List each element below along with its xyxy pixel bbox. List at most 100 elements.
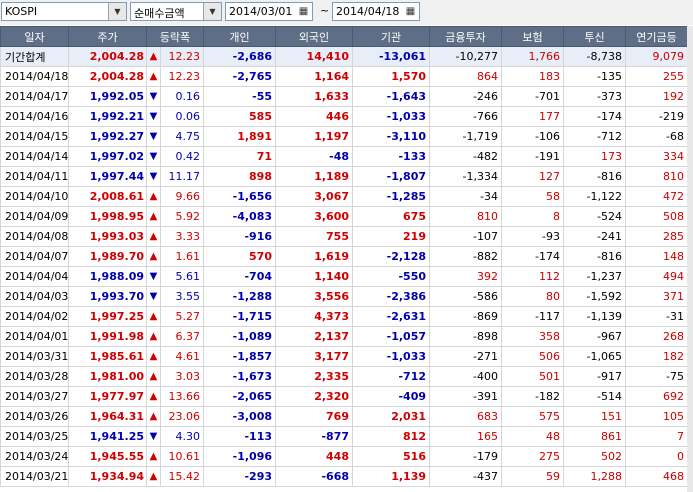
down-arrow-icon: ▼ (146, 146, 161, 167)
table-row[interactable]: 2014/03/28 1,981.00 ▲ 3.03 -1,673 2,335 -712 -4… (0, 366, 688, 387)
cell-price: 1,992.27 (68, 126, 147, 147)
cell-foreign: 2,137 (275, 326, 353, 347)
cell-foreign: 446 (275, 106, 353, 127)
column-header-price[interactable]: 주가 (68, 26, 147, 47)
table-row[interactable]: 2014/04/11 1,997.44 ▼ 11.17 898 1,189 -1,807 -1… (0, 166, 688, 187)
cell-financial-investment: -869 (429, 306, 502, 327)
cell-institution: 1,570 (352, 66, 430, 87)
cell-date: 2014/04/02 (0, 306, 69, 327)
table-row[interactable]: 2014/03/25 1,941.25 ▼ 4.30 -113 -877 812 165 48 8… (0, 426, 688, 447)
cell-foreign: 2,335 (275, 366, 353, 387)
cell-change: 23.06 (160, 406, 204, 427)
cell-change: 9.66 (160, 186, 204, 207)
column-header-insurance[interactable]: 보험 (501, 26, 564, 47)
column-header-individual[interactable]: 개인 (203, 26, 276, 47)
table-row[interactable]: 2014/04/08 1,993.03 ▲ 3.33 -916 755 219 -107 -93… (0, 226, 688, 247)
cell-change: 5.92 (160, 206, 204, 227)
cell-price: 2,004.28 (68, 66, 147, 87)
column-header-date[interactable]: 일자 (0, 26, 69, 47)
date-to-field[interactable]: 2014/04/18 ▦ (332, 2, 420, 21)
table-row[interactable]: 2014/03/31 1,985.61 ▲ 4.61 -1,857 3,177 -1,033… (0, 346, 688, 367)
cell-pension-fund: 508 (625, 206, 688, 227)
table-row[interactable]: 2014/04/17 1,992.05 ▼ 0.16 -55 1,633 -1,643 -24… (0, 86, 688, 107)
cell-price: 1,989.70 (68, 246, 147, 267)
table-row[interactable]: 2014/04/14 1,997.02 ▼ 0.42 71 -48 -133 -482 -191… (0, 146, 688, 167)
cell-financial-investment: -246 (429, 86, 502, 107)
table-row[interactable]: 2014/04/18 2,004.28 ▲ 12.23 -2,765 1,164 1,570… (0, 66, 688, 87)
calendar-icon[interactable]: ▦ (403, 4, 418, 19)
cell-foreign: -48 (275, 146, 353, 167)
cell-institution: -2,128 (352, 246, 430, 267)
cell-individual: -1,288 (203, 286, 276, 307)
market-select-value: KOSPI (5, 5, 38, 18)
table-row[interactable]: 2014/04/07 1,989.70 ▲ 1.61 570 1,619 -2,128 -88… (0, 246, 688, 267)
table-row[interactable]: 2014/03/21 1,934.94 ▲ 15.42 -293 -668 1,139 -43… (0, 466, 688, 487)
cell-date: 2014/03/26 (0, 406, 69, 427)
column-header-institution[interactable]: 기관 (352, 26, 430, 47)
table-row[interactable]: 2014/04/09 1,998.95 ▲ 5.92 -4,083 3,600 675 810… (0, 206, 688, 227)
table-row[interactable]: 2014/04/03 1,993.70 ▼ 3.55 -1,288 3,556 -2,386… (0, 286, 688, 307)
vertical-scrollbar[interactable] (687, 26, 693, 492)
column-header-change[interactable]: 등락폭 (146, 26, 204, 47)
cell-pension-fund: 148 (625, 246, 688, 267)
cell-price: 1,997.02 (68, 146, 147, 167)
cell-price: 1,945.55 (68, 446, 147, 467)
column-header-pension-fund[interactable]: 연기금등 (625, 26, 688, 47)
table-row[interactable]: 2014/04/04 1,988.09 ▼ 5.61 -704 1,140 -550 392 1… (0, 266, 688, 287)
cell-insurance: -106 (501, 126, 564, 147)
cell-financial-investment: -1,719 (429, 126, 502, 147)
market-select[interactable]: KOSPI ▼ (1, 2, 127, 21)
cell-investment-trust: -967 (563, 326, 626, 347)
table-row[interactable]: 2014/04/15 1,992.27 ▼ 4.75 1,891 1,197 -3,110-… (0, 126, 688, 147)
cell-institution: -1,285 (352, 186, 430, 207)
cell-date: 2014/04/07 (0, 246, 69, 267)
cell-institution: -409 (352, 386, 430, 407)
up-arrow-icon: ▲ (146, 406, 161, 427)
cell-change: 0.16 (160, 86, 204, 107)
cell-institution: -1,057 (352, 326, 430, 347)
cell-institution: 675 (352, 206, 430, 227)
table-header-row: 일자 주가 등락폭 개인 외국인 기관 금융투자 보험 투신 연기금등 (0, 26, 688, 47)
cell-individual: 1,891 (203, 126, 276, 147)
metric-select[interactable]: 순매수금액 ▼ (130, 2, 222, 21)
column-header-financial-investment[interactable]: 금융투자 (429, 26, 502, 47)
cell-change: 4.61 (160, 346, 204, 367)
cell-insurance: -182 (501, 386, 564, 407)
table-row[interactable]: 2014/03/27 1,977.97 ▲ 13.66 -2,065 2,320 -409-… (0, 386, 688, 407)
cell-foreign: 1,619 (275, 246, 353, 267)
table-row[interactable]: 2014/04/02 1,997.25 ▲ 5.27 -1,715 4,373 -2,631… (0, 306, 688, 327)
cell-foreign: 755 (275, 226, 353, 247)
cell-change: 15.42 (160, 466, 204, 487)
cell-financial-investment: -437 (429, 466, 502, 487)
table-row[interactable]: 2014/03/24 1,945.55 ▲ 10.61 -1,096 448 516 -179… (0, 446, 688, 467)
cell-individual: -1,673 (203, 366, 276, 387)
cell-pension-fund: 472 (625, 186, 688, 207)
table-row[interactable]: 2014/03/26 1,964.31 ▲ 23.06 -3,008 769 2,031 68… (0, 406, 688, 427)
total-row[interactable]: 기간합계 2,004.28 ▲ 12.23 -2,686 14,410 -13,061 -10… (0, 46, 688, 67)
chevron-down-icon[interactable]: ▼ (203, 3, 221, 20)
cell-date: 2014/03/21 (0, 466, 69, 487)
chevron-down-icon[interactable]: ▼ (108, 3, 126, 20)
cell-financial-investment: -10,277 (429, 46, 502, 67)
cell-individual: -1,715 (203, 306, 276, 327)
cell-foreign: 1,197 (275, 126, 353, 147)
table-row[interactable]: 2014/04/10 2,008.61 ▲ 9.66 -1,656 3,067 -1,285… (0, 186, 688, 207)
table-row[interactable]: 2014/04/16 1,992.21 ▼ 0.06 585 446 -1,033 -766 1… (0, 106, 688, 127)
cell-price: 2,008.61 (68, 186, 147, 207)
column-header-investment-trust[interactable]: 투신 (563, 26, 626, 47)
table-row[interactable]: 2014/04/01 1,991.98 ▲ 6.37 -1,089 2,137 -1,057… (0, 326, 688, 347)
calendar-icon[interactable]: ▦ (296, 4, 311, 19)
column-header-foreign[interactable]: 외국인 (275, 26, 353, 47)
cell-individual: -2,686 (203, 46, 276, 67)
cell-individual: -1,096 (203, 446, 276, 467)
date-from-field[interactable]: 2014/03/01 ▦ (225, 2, 313, 21)
cell-insurance: -93 (501, 226, 564, 247)
cell-investment-trust: -816 (563, 246, 626, 267)
cell-foreign: 3,067 (275, 186, 353, 207)
cell-insurance: 112 (501, 266, 564, 287)
cell-change: 4.30 (160, 426, 204, 447)
up-arrow-icon: ▲ (146, 366, 161, 387)
cell-change: 0.06 (160, 106, 204, 127)
cell-change: 10.61 (160, 446, 204, 467)
cell-financial-investment: -898 (429, 326, 502, 347)
